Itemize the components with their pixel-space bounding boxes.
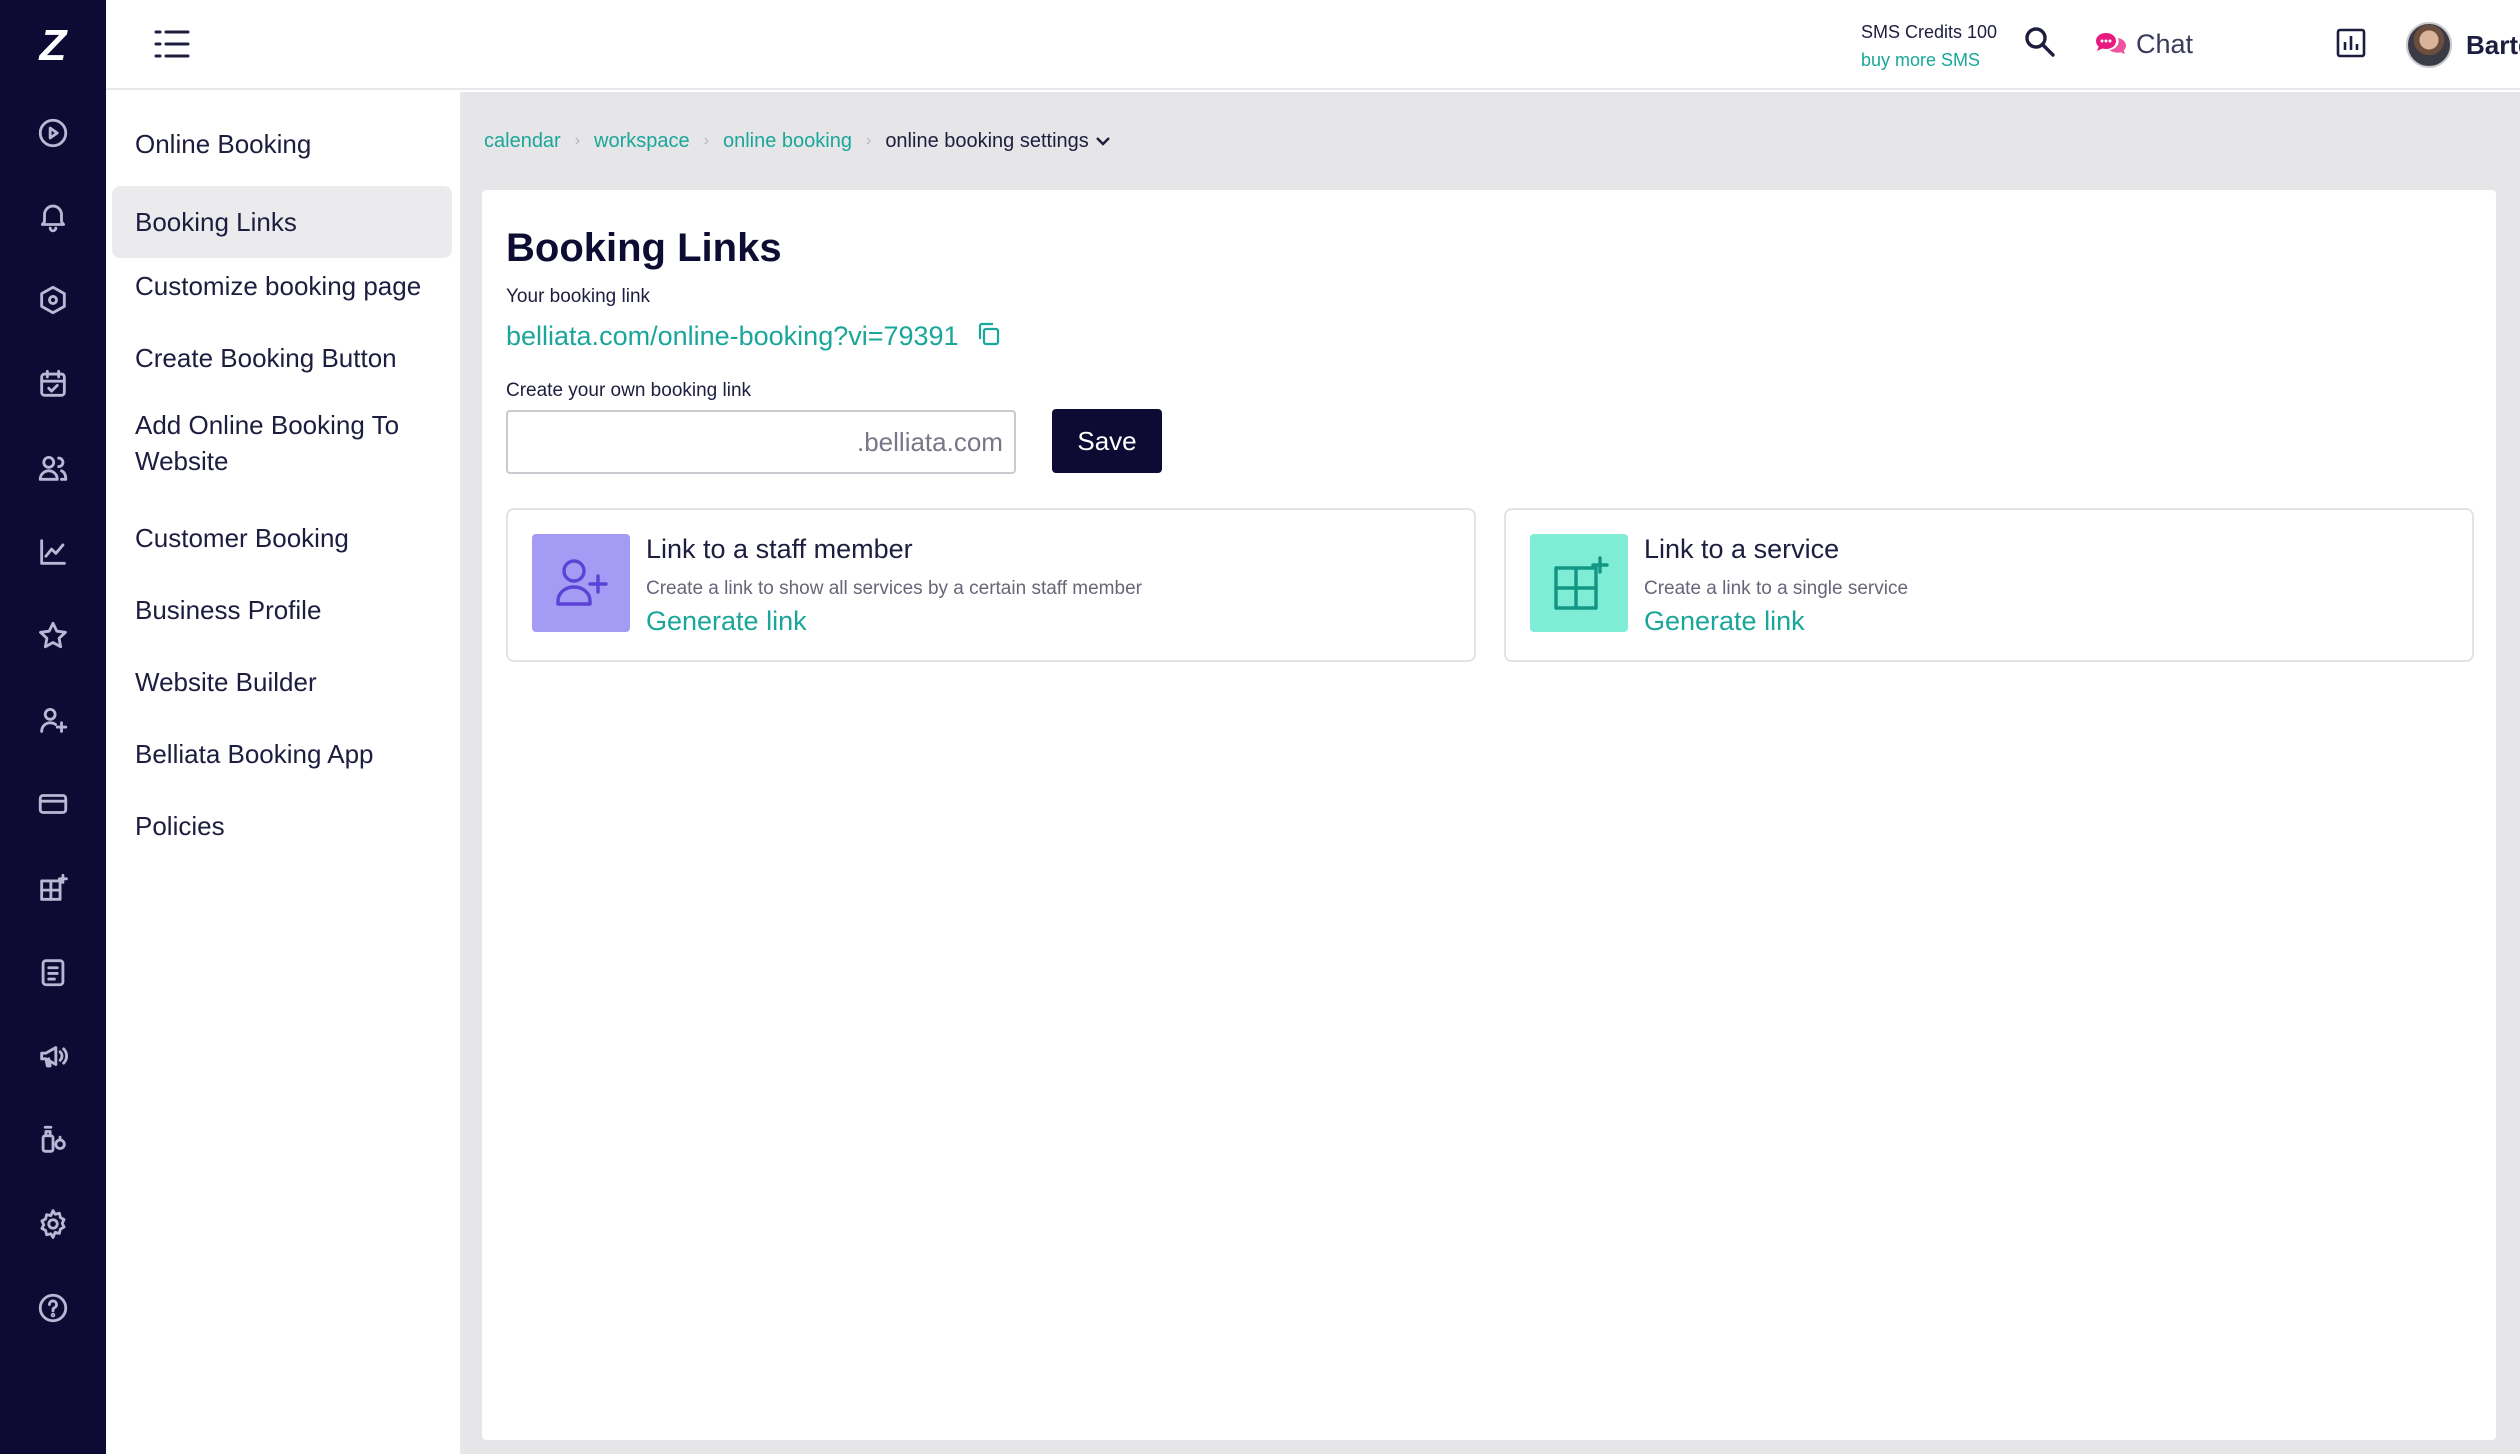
chevron-down-icon: [1095, 137, 1110, 146]
chart-icon[interactable]: [0, 522, 106, 582]
user-name: Bartek: [2466, 29, 2520, 60]
star-icon[interactable]: [0, 606, 106, 666]
clipboard-icon[interactable]: [0, 942, 106, 1002]
clients-icon[interactable]: [0, 438, 106, 498]
icon-rail: Z: [0, 0, 106, 1454]
staff-link-title: Link to a staff member: [646, 534, 913, 564]
generate-service-link[interactable]: Generate link: [1644, 606, 1805, 637]
subnav-item-customize-booking-page[interactable]: Customize booking page: [112, 258, 452, 314]
service-link-description: Create a link to a single service: [1644, 578, 1909, 599]
domain-suffix: .belliata.com: [857, 426, 1003, 457]
breadcrumb-separator-icon: ›: [703, 132, 709, 149]
save-button[interactable]: Save: [1052, 409, 1162, 473]
avatar: [2406, 22, 2452, 68]
add-grid-icon: [1530, 534, 1628, 632]
subnav-item-belliata-booking-app[interactable]: Belliata Booking App: [112, 726, 452, 782]
user-menu[interactable]: Bartek: [2406, 20, 2520, 70]
play-icon[interactable]: [0, 103, 106, 163]
subnav-item-business-profile[interactable]: Business Profile: [112, 582, 452, 638]
bell-icon[interactable]: [0, 186, 106, 246]
card-icon[interactable]: [0, 774, 106, 834]
breadcrumb-separator-icon: ›: [865, 132, 872, 149]
main-content: calendar › workspace › online booking › …: [462, 92, 2520, 1454]
calendar-check-icon[interactable]: [0, 354, 106, 414]
generate-staff-link[interactable]: Generate link: [646, 606, 807, 637]
subnav-item-booking-links[interactable]: Booking Links: [112, 186, 452, 258]
page-title: Booking Links: [506, 226, 782, 270]
booking-links-panel: Booking Links Your booking link belliata…: [482, 190, 2496, 1440]
app-logo[interactable]: Z: [0, 20, 106, 72]
breadcrumb-workspace[interactable]: workspace: [594, 130, 690, 153]
menu-toggle-icon[interactable]: [152, 26, 192, 62]
chat-button[interactable]: Chat: [2094, 24, 2193, 64]
sms-credits: SMS Credits 100 buy more SMS: [1861, 18, 2021, 74]
service-link-card: Link to a service Create a link to a sin…: [1504, 508, 2474, 662]
sms-credits-count: SMS Credits 100: [1861, 22, 1998, 42]
staff-link-card: Link to a staff member Create a link to …: [506, 508, 1476, 662]
reports-icon[interactable]: [2334, 26, 2372, 64]
your-booking-link: belliata.com/online-booking?vi=79391: [506, 318, 1003, 354]
own-booking-link-input[interactable]: [508, 412, 857, 472]
subnav-item-create-booking-button[interactable]: Create Booking Button: [112, 330, 452, 386]
breadcrumb-online-booking[interactable]: online booking: [723, 130, 852, 153]
service-link-title: Link to a service: [1644, 534, 1840, 564]
breadcrumb-current-dropdown[interactable]: online booking settings: [885, 130, 1110, 153]
subnav-item-add-online-booking-to-website[interactable]: Add Online Booking To Website: [112, 402, 412, 484]
top-header: SMS Credits 100 buy more SMS Chat Bartek: [106, 0, 2520, 90]
breadcrumb-calendar[interactable]: calendar: [484, 130, 561, 153]
buy-sms-link[interactable]: buy more SMS: [1861, 46, 2021, 74]
products-icon[interactable]: [0, 1110, 106, 1170]
help-icon[interactable]: [0, 1278, 106, 1338]
chat-label: Chat: [2136, 28, 2194, 59]
add-grid-icon[interactable]: [0, 858, 106, 918]
your-booking-link-label: Your booking link: [506, 286, 651, 307]
booking-link-url[interactable]: belliata.com/online-booking?vi=79391: [506, 321, 959, 352]
search-icon[interactable]: [2022, 24, 2062, 64]
online-booking-subnav: Online Booking Booking Links Customize b…: [106, 92, 462, 1454]
breadcrumb-current-label: online booking settings: [885, 129, 1089, 152]
subnav-item-online-booking[interactable]: Online Booking: [112, 116, 452, 172]
subnav-item-customer-booking[interactable]: Customer Booking: [112, 510, 452, 566]
staff-icon[interactable]: [0, 690, 106, 750]
add-person-icon: [532, 534, 630, 632]
breadcrumb: calendar › workspace › online booking › …: [484, 126, 1111, 156]
hexagon-icon[interactable]: [0, 270, 106, 330]
staff-link-description: Create a link to show all services by a …: [646, 578, 1142, 599]
gear-icon[interactable]: [0, 1194, 106, 1254]
breadcrumb-separator-icon: ›: [574, 132, 581, 149]
own-booking-link-label: Create your own booking link: [506, 380, 752, 401]
megaphone-icon[interactable]: [0, 1026, 106, 1086]
subnav-item-policies[interactable]: Policies: [112, 798, 452, 854]
copy-icon[interactable]: [975, 320, 1003, 353]
chat-bubbles-icon: [2096, 33, 2126, 54]
own-booking-link-field: .belliata.com: [506, 410, 1016, 474]
subnav-item-website-builder[interactable]: Website Builder: [112, 654, 452, 710]
